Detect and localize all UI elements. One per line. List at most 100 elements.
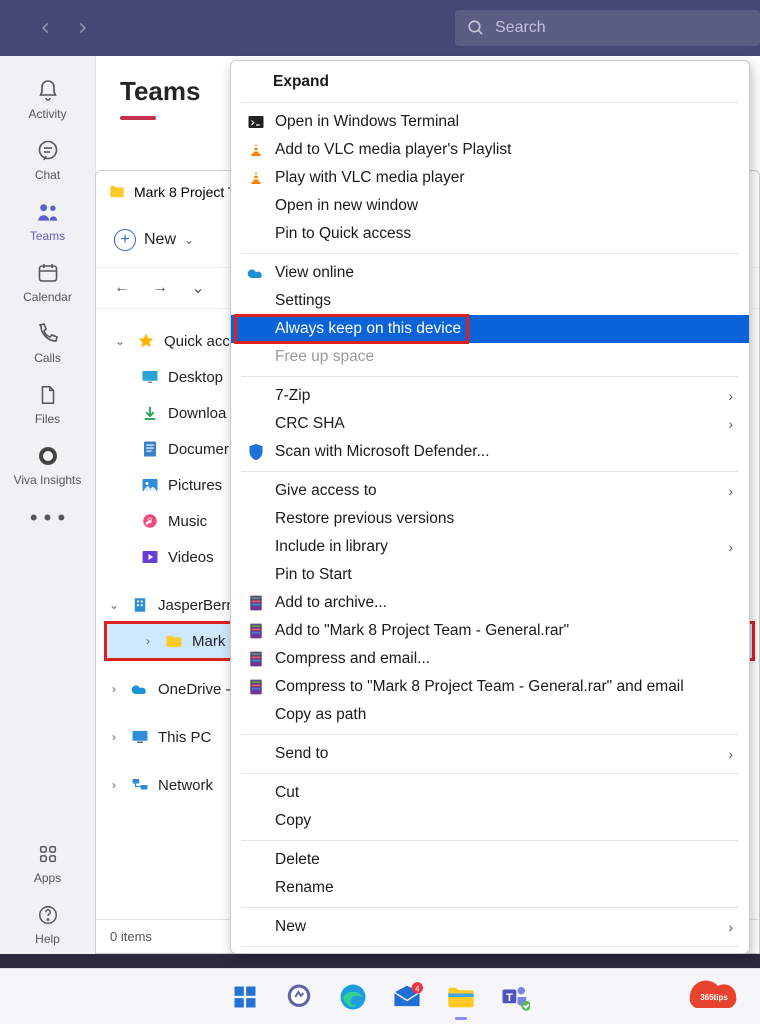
chevron-right-icon: › bbox=[728, 416, 733, 432]
ctx-item[interactable]: Copy bbox=[231, 807, 749, 835]
ctx-item[interactable]: Add to "Mark 8 Project Team - General.ra… bbox=[231, 617, 749, 645]
vlc-icon bbox=[245, 167, 267, 189]
ctx-item[interactable]: New› bbox=[231, 913, 749, 941]
ctx-separator bbox=[241, 946, 739, 947]
rar-icon bbox=[245, 676, 267, 698]
star-icon bbox=[136, 331, 156, 351]
ctx-item[interactable]: Compress and email... bbox=[231, 645, 749, 673]
rar-icon bbox=[245, 620, 267, 642]
building-icon bbox=[130, 595, 150, 615]
ctx-item[interactable]: Add to archive... bbox=[231, 589, 749, 617]
shield-icon bbox=[245, 441, 267, 463]
chevron-right-icon: › bbox=[728, 746, 733, 762]
rail-calendar[interactable]: Calendar bbox=[8, 251, 88, 312]
rail-help[interactable]: Help bbox=[8, 893, 88, 954]
task-mail[interactable]: 4 bbox=[387, 977, 427, 1017]
chevron-right-icon: › bbox=[728, 388, 733, 404]
chevron-right-icon: › bbox=[106, 682, 122, 696]
rail-calls[interactable]: Calls bbox=[8, 312, 88, 373]
network-icon bbox=[130, 775, 150, 795]
rail-viva[interactable]: Viva Insights bbox=[8, 434, 88, 495]
pictures-icon bbox=[140, 475, 160, 495]
ctx-item[interactable]: View online bbox=[231, 259, 749, 287]
ctx-item[interactable]: Open in Windows Terminal bbox=[231, 108, 749, 136]
ctx-item[interactable]: Send to› bbox=[231, 740, 749, 768]
ctx-item[interactable]: Play with VLC media player bbox=[231, 164, 749, 192]
teams-icon bbox=[34, 198, 62, 226]
rar-icon bbox=[245, 648, 267, 670]
ctx-item[interactable]: Always keep on this device bbox=[231, 315, 749, 343]
ctx-item[interactable]: Copy as path bbox=[231, 701, 749, 729]
rar-icon bbox=[245, 592, 267, 614]
ctx-separator bbox=[241, 253, 739, 254]
search-icon bbox=[467, 19, 485, 37]
file-icon bbox=[34, 381, 62, 409]
desktop-icon bbox=[140, 367, 160, 387]
ctx-item[interactable]: Delete bbox=[231, 846, 749, 874]
document-icon bbox=[140, 439, 160, 459]
chevron-down-icon: ⌄ bbox=[106, 598, 122, 612]
titlebar: Search bbox=[0, 0, 760, 56]
help-icon bbox=[34, 901, 62, 929]
ctx-item[interactable]: Pin to Quick access bbox=[231, 220, 749, 248]
search-placeholder: Search bbox=[495, 19, 546, 37]
ctx-item[interactable]: Compress to "Mark 8 Project Team - Gener… bbox=[231, 673, 749, 701]
taskbar: 4 T bbox=[0, 968, 760, 1024]
ctx-item[interactable]: CRC SHA› bbox=[231, 410, 749, 438]
phone-icon bbox=[34, 320, 62, 348]
ctx-separator bbox=[241, 734, 739, 735]
ctx-item[interactable]: Properties bbox=[231, 952, 749, 954]
context-menu: Expand Open in Windows TerminalAdd to VLC… bbox=[230, 60, 750, 954]
chevron-right-icon: › bbox=[728, 919, 733, 935]
task-chat[interactable] bbox=[279, 977, 319, 1017]
task-teams[interactable]: T bbox=[495, 977, 535, 1017]
ctx-item[interactable]: Scan with Microsoft Defender... bbox=[231, 438, 749, 466]
ctx-separator bbox=[241, 840, 739, 841]
ctx-item[interactable]: Give access to› bbox=[231, 477, 749, 505]
ctx-header[interactable]: Expand bbox=[231, 67, 749, 97]
pc-icon bbox=[130, 727, 150, 747]
ctx-item[interactable]: Include in library› bbox=[231, 533, 749, 561]
ctx-item[interactable]: 7-Zip› bbox=[231, 382, 749, 410]
music-icon bbox=[140, 511, 160, 531]
ctx-item[interactable]: Settings bbox=[231, 287, 749, 315]
ctx-item[interactable]: Rename bbox=[231, 874, 749, 902]
nav-forward[interactable]: → bbox=[150, 279, 170, 297]
rail-more[interactable]: • • • bbox=[30, 495, 65, 549]
chat-icon bbox=[34, 137, 62, 165]
task-explorer[interactable] bbox=[441, 977, 481, 1017]
ctx-item[interactable]: Pin to Start bbox=[231, 561, 749, 589]
ctx-separator bbox=[241, 907, 739, 908]
ctx-item[interactable]: Open in new window bbox=[231, 192, 749, 220]
rail-apps[interactable]: Apps bbox=[8, 832, 88, 893]
chevron-right-icon: › bbox=[728, 539, 733, 555]
chevron-right-icon: › bbox=[728, 483, 733, 499]
new-button[interactable]: + New ⌄ bbox=[114, 229, 194, 251]
ctx-item[interactable]: Add to VLC media player's Playlist bbox=[231, 136, 749, 164]
ctx-item[interactable]: Cut bbox=[231, 779, 749, 807]
task-edge[interactable] bbox=[333, 977, 373, 1017]
forward-button[interactable] bbox=[68, 14, 96, 42]
terminal-icon bbox=[245, 111, 267, 133]
back-button[interactable] bbox=[32, 14, 60, 42]
svg-text:365tips: 365tips bbox=[700, 993, 728, 1002]
task-start[interactable] bbox=[225, 977, 265, 1017]
vlc-icon bbox=[245, 139, 267, 161]
apps-icon bbox=[34, 840, 62, 868]
rail-chat[interactable]: Chat bbox=[8, 129, 88, 190]
ctx-item[interactable]: Restore previous versions bbox=[231, 505, 749, 533]
svg-text:4: 4 bbox=[415, 984, 420, 993]
bell-icon bbox=[34, 76, 62, 104]
chevron-down-icon: ⌄ bbox=[184, 233, 194, 247]
rail-files[interactable]: Files bbox=[8, 373, 88, 434]
nav-back[interactable]: ← bbox=[112, 279, 132, 297]
search-box[interactable]: Search bbox=[455, 10, 760, 46]
nav-recent[interactable]: ⌄ bbox=[188, 278, 208, 298]
svg-text:T: T bbox=[506, 991, 513, 1003]
rail-activity[interactable]: Activity bbox=[8, 68, 88, 129]
ctx-separator bbox=[241, 471, 739, 472]
plus-icon: + bbox=[114, 229, 136, 251]
video-icon bbox=[140, 547, 160, 567]
rail-teams[interactable]: Teams bbox=[8, 190, 88, 251]
chevron-right-icon: › bbox=[140, 634, 156, 648]
